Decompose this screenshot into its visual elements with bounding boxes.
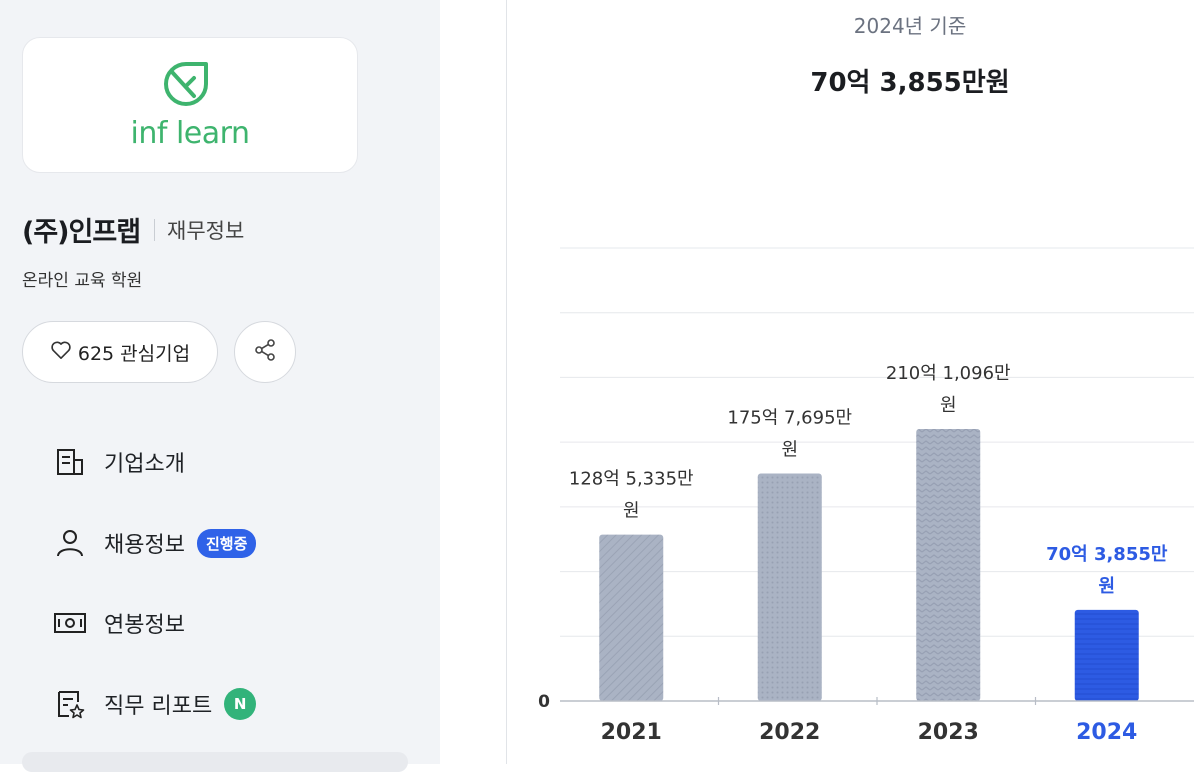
content-divider xyxy=(506,0,507,764)
section-label: 재무정보 xyxy=(167,218,245,243)
nav-label: 직무 리포트 xyxy=(104,694,213,719)
building-doc-icon xyxy=(52,444,88,480)
sidebar: inf learn (주)인프랩 재무정보 온라인 교육 학원 625 관심기업 xyxy=(0,0,440,772)
data-label: 원 xyxy=(1098,576,1115,597)
headline-value: 70억 3,855만원 xyxy=(810,68,1010,98)
bar-2022[interactable] xyxy=(757,473,822,701)
nav-item-salary[interactable]: 연봉정보 xyxy=(52,605,185,641)
data-label: 175억 7,695만 xyxy=(727,408,852,429)
nav-item-company-intro[interactable]: 기업소개 xyxy=(52,444,185,480)
sidebar-next-item[interactable] xyxy=(22,752,408,772)
x-tick-label: 2021 xyxy=(601,720,662,745)
favorite-label: 625 관심기업 xyxy=(77,342,191,365)
data-label: 원 xyxy=(781,440,798,461)
report-star-icon xyxy=(52,686,88,722)
logo-wordmark: inf learn xyxy=(130,116,250,151)
divider xyxy=(154,218,156,241)
nav-item-job-report[interactable]: 직무 리포트 N xyxy=(52,686,257,722)
new-badge: N xyxy=(224,688,257,720)
money-icon xyxy=(52,605,88,641)
nav-label: 연봉정보 xyxy=(104,613,185,638)
share-button[interactable] xyxy=(234,321,296,383)
data-label: 210억 1,096만 xyxy=(886,363,1011,384)
x-tick-label: 2022 xyxy=(759,720,820,745)
company-name: (주)인프랩 xyxy=(22,217,141,248)
nav-label: 채용정보 xyxy=(104,533,185,558)
y-axis-zero-label: 0 xyxy=(538,692,550,712)
nav-item-recruit[interactable]: 채용정보 진행중 xyxy=(52,525,257,561)
revenue-bar-chart: 128억 5,335만원175억 7,695만원210억 1,096만원70억 … xyxy=(538,247,1194,745)
data-label: 70억 3,855만 xyxy=(1046,544,1168,565)
basis-year-label: 2024년 기준 xyxy=(853,14,967,38)
bar-2021[interactable] xyxy=(599,534,664,701)
share-icon xyxy=(253,338,277,366)
data-label: 원 xyxy=(940,395,957,416)
data-label: 원 xyxy=(623,501,640,522)
leaf-logo-icon xyxy=(164,62,208,106)
industry-text: 온라인 교육 학원 xyxy=(22,271,143,291)
status-badge: 진행중 xyxy=(196,528,257,558)
data-label: 128억 5,335만 xyxy=(569,469,694,490)
company-heading: (주)인프랩 재무정보 xyxy=(22,210,244,249)
x-tick-label: 2023 xyxy=(918,720,979,745)
nav-label: 기업소개 xyxy=(104,452,185,477)
bar-2023[interactable] xyxy=(916,429,981,701)
company-logo-card: inf learn xyxy=(22,37,358,173)
favorite-button[interactable]: 625 관심기업 xyxy=(22,321,218,383)
x-tick-label: 2024 xyxy=(1076,720,1137,745)
heart-icon xyxy=(50,340,72,365)
bar-2024[interactable] xyxy=(1074,609,1139,701)
person-icon xyxy=(52,525,88,561)
